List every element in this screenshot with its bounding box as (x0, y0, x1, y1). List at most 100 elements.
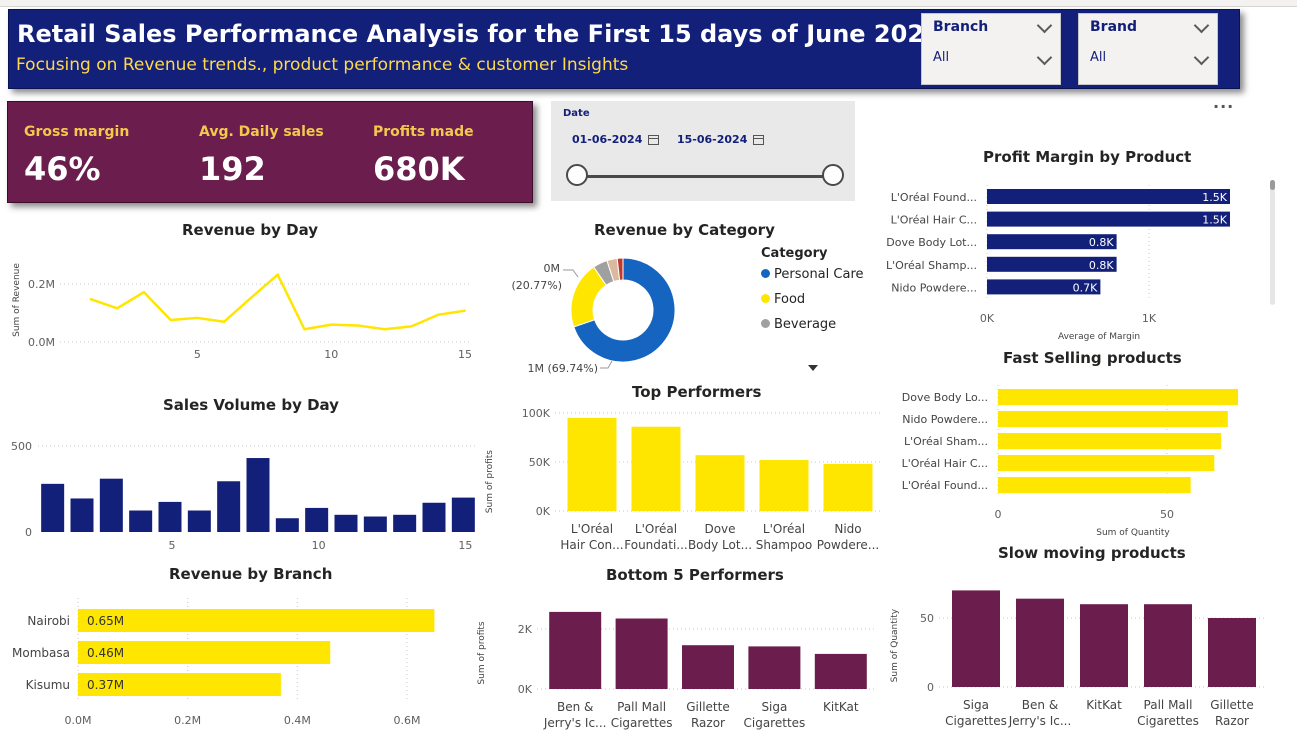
x-tick-label: L'Oréal (763, 522, 805, 536)
fast-selling-bar (998, 389, 1238, 405)
y-tick-label: 50K (529, 456, 551, 469)
performer-bar (695, 455, 745, 511)
kpi-label-profits: Profits made (373, 124, 474, 140)
brand-slicer[interactable]: Brand All (1078, 13, 1218, 85)
x-tick-label: 0.0M (65, 714, 92, 727)
slow-moving-title: Slow moving products (998, 544, 1186, 562)
data-point (437, 313, 440, 316)
more-options-icon[interactable]: ... (1213, 93, 1234, 112)
x-tick-label: 1K (1142, 312, 1157, 325)
performer-bar (823, 463, 873, 511)
product-label: Nido Powdere... (902, 413, 988, 426)
x-tick-label: Powdere... (817, 538, 879, 552)
data-label: 0.7K (1073, 281, 1098, 294)
volume-bar (246, 458, 270, 532)
kpi-label-gross-margin: Gross margin (24, 124, 130, 140)
legend-item-personal-care[interactable]: Personal Care (761, 267, 864, 292)
x-tick-label: Ben & (1022, 698, 1058, 712)
data-point (383, 328, 386, 331)
fast-selling-title: Fast Selling products (1003, 349, 1182, 367)
chevron-down-icon[interactable] (1193, 17, 1210, 34)
chevron-down-icon[interactable] (1036, 49, 1053, 66)
volume-bar (393, 514, 417, 532)
revenue-line (89, 273, 466, 331)
data-label: 0.8K (1089, 259, 1114, 272)
performer-bar (1016, 598, 1064, 687)
product-label: L'Oréal Sham... (904, 435, 988, 448)
performer-bar (682, 645, 734, 689)
x-tick-label: Siga (761, 700, 787, 714)
x-tick-label: 15 (458, 348, 472, 361)
data-label: 0.46M (87, 646, 124, 660)
chevron-down-icon[interactable] (1036, 17, 1053, 34)
start-date-handle[interactable] (566, 164, 588, 186)
product-label: Dove Body Lo... (902, 391, 988, 404)
data-point (89, 298, 92, 301)
fast-selling-bar (998, 455, 1215, 471)
date-slicer-label: Date (563, 108, 590, 119)
y-tick-label: 50 (920, 612, 934, 625)
report-title: Retail Sales Performance Analysis for th… (17, 20, 950, 48)
performer-bar (748, 646, 801, 689)
revenue-by-branch-title: Revenue by Branch (169, 565, 333, 583)
x-tick-label: Jerry's Ic... (543, 716, 607, 730)
start-date-field[interactable]: 01-06-2024 (572, 128, 660, 152)
x-tick-label: Body Lot... (688, 538, 752, 552)
bottom-performers-chart: 0K 2K Sum of profits Ben & Jerry's Ic... Pall… (477, 611, 874, 730)
y-tick-label: 100K (522, 407, 551, 420)
x-tick-label: Cigarettes (945, 714, 1007, 728)
end-date-handle[interactable] (822, 164, 844, 186)
product-label: Nido Powdere... (891, 281, 977, 294)
y-tick-label: 0.2M (28, 278, 55, 291)
data-point (169, 318, 172, 321)
kpi-value-avg-daily-sales: 192 (199, 150, 266, 188)
x-tick-label: Pall Mall (1144, 698, 1193, 712)
slow-moving-chart: 0 50 Sum of Quantity Siga Cigarettes Ben & Jer… (890, 590, 1264, 728)
data-label: 0.37M (87, 678, 124, 692)
calendar-icon[interactable] (753, 135, 765, 145)
scrollbar-thumb[interactable] (1270, 180, 1275, 190)
performer-bar (1144, 604, 1192, 687)
data-label: 0.8K (1089, 236, 1114, 249)
start-date-value[interactable]: 01-06-2024 (572, 133, 642, 146)
volume-bar (422, 502, 446, 532)
scrollbar[interactable] (1270, 180, 1275, 305)
volume-bar (187, 510, 211, 532)
data-point (142, 291, 145, 294)
calendar-icon[interactable] (648, 135, 660, 145)
x-tick-label: 0.2M (174, 714, 201, 727)
legend-dot (761, 294, 770, 303)
performer-bar (952, 590, 1000, 687)
revenue-by-category-title: Revenue by Category (594, 221, 775, 239)
end-date-field[interactable]: 15-06-2024 (677, 128, 765, 152)
x-tick-label: 5 (169, 539, 176, 552)
revenue-by-category-chart: 0M (20.77%) 1M (69.74%) (511, 257, 676, 375)
data-point (410, 325, 413, 328)
top-menu-strip (0, 0, 1297, 7)
branch-label: Nairobi (27, 614, 70, 628)
x-tick-label: KitKat (823, 700, 859, 714)
date-range-track[interactable] (568, 175, 836, 178)
data-label: 1.5K (1202, 191, 1227, 204)
branch-slicer[interactable]: Branch All (921, 13, 1061, 85)
chevron-down-icon[interactable] (1193, 49, 1210, 66)
volume-bar (217, 481, 241, 532)
x-axis-title: Sum of Quantity (1096, 528, 1170, 538)
date-slicer: Date 01-06-2024 15-06-2024 (551, 101, 855, 201)
branch-slicer-value[interactable]: All (933, 50, 949, 65)
x-tick-label: L'Oréal (635, 522, 677, 536)
legend-scroll-down-icon[interactable] (808, 365, 818, 371)
legend-item-beverage[interactable]: Beverage (761, 317, 864, 342)
data-point (116, 307, 119, 310)
end-date-value[interactable]: 15-06-2024 (677, 133, 747, 146)
brand-slicer-value[interactable]: All (1090, 50, 1106, 65)
x-tick-label: 10 (312, 539, 326, 552)
x-tick-label: 10 (324, 348, 338, 361)
bottom-performers-title: Bottom 5 Performers (606, 566, 784, 584)
y-tick-label: 2K (518, 623, 533, 636)
legend-item-food[interactable]: Food (761, 292, 864, 317)
performer-bar (759, 460, 809, 511)
report-subtitle: Focusing on Revenue trends., product per… (16, 55, 629, 75)
x-tick-label: 0 (995, 508, 1002, 521)
product-label: Dove Body Lot... (886, 236, 977, 249)
